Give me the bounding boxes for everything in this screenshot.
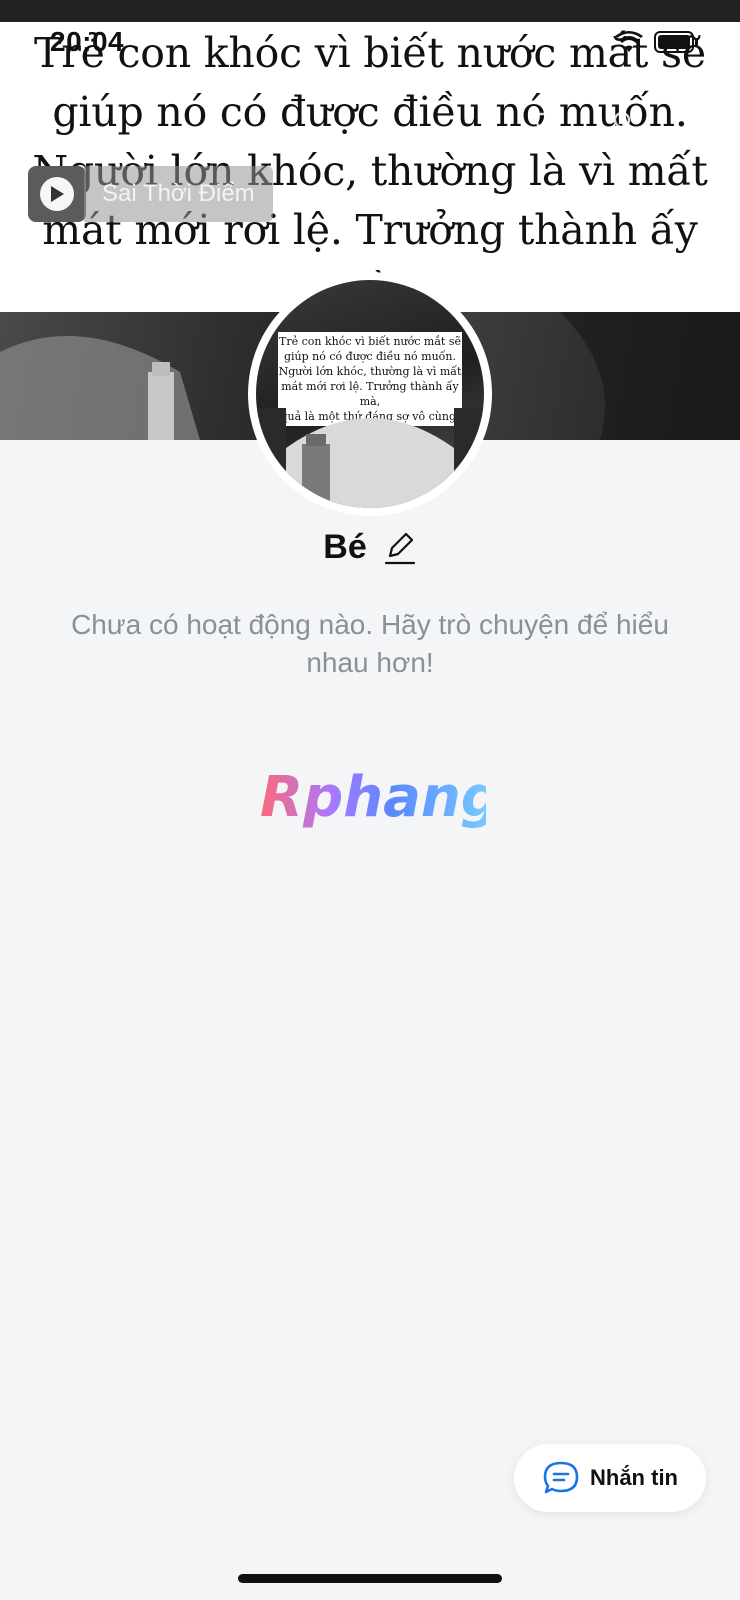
profile-music-chip[interactable]: Sai Thời Điểm — [28, 166, 273, 222]
svg-text:Rphang: Rphang — [260, 765, 486, 830]
pencil-icon — [384, 532, 415, 564]
edit-name-button[interactable] — [383, 529, 417, 567]
more-dots-icon — [682, 122, 722, 134]
battery-icon — [654, 30, 700, 59]
home-indicator — [238, 1574, 502, 1583]
status-time: 20:04 — [50, 26, 125, 57]
status-icons — [614, 30, 700, 59]
wifi-icon — [614, 30, 644, 59]
call-button[interactable] — [530, 108, 570, 148]
user-settings-icon — [607, 111, 645, 147]
send-message-button[interactable]: Nhắn tin — [514, 1444, 706, 1512]
play-icon — [40, 177, 74, 211]
profile-name: Bé — [323, 528, 367, 566]
more-button[interactable] — [682, 108, 722, 148]
profile-settings-button[interactable] — [606, 108, 646, 148]
send-message-label: Nhắn tin — [590, 1465, 678, 1490]
music-thumbnail — [28, 166, 86, 222]
phone-icon — [534, 112, 566, 144]
cover-top-band — [0, 0, 740, 22]
avatar-arch-graphic — [256, 408, 484, 508]
watermark-logo: Rphang — [256, 764, 501, 834]
avatar[interactable]: Trẻ con khóc vì biết nước mắt sẽ giúp nó… — [248, 272, 492, 516]
back-button[interactable] — [20, 108, 56, 148]
chat-bubble-icon — [543, 1461, 579, 1494]
nav-actions — [530, 108, 722, 148]
music-title: Sai Thời Điểm — [84, 166, 273, 222]
empty-activity-message: Chưa có hoạt động nào. Hãy trò chuyện để… — [71, 609, 669, 678]
avatar-image: Trẻ con khóc vì biết nước mắt sẽ giúp nó… — [256, 280, 484, 508]
profile-name-row: Bé — [0, 528, 740, 567]
chevron-left-icon — [28, 112, 46, 144]
